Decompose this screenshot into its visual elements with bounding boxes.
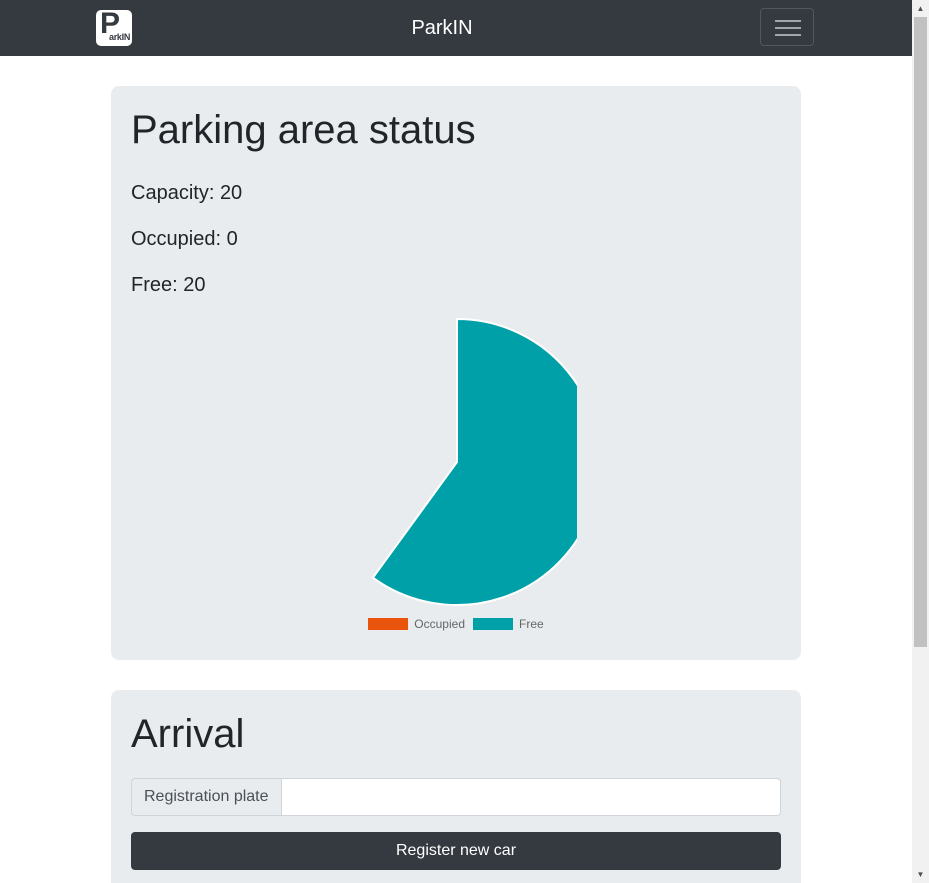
legend-label: Occupied [414, 617, 465, 632]
scroll-thumb[interactable] [914, 17, 927, 647]
menu-toggle-button[interactable] [760, 8, 814, 46]
status-title: Parking area status [131, 108, 476, 152]
legend-item-occupied[interactable]: Occupied [368, 616, 465, 631]
capacity-value: 20 [219, 182, 243, 204]
parking-status-card: Parking area status Capacity: 20 Occupie… [111, 86, 801, 660]
capacity-stat: Capacity: 20 [131, 182, 242, 205]
free-value: 20 [183, 274, 206, 296]
capacity-label: Capacity: [131, 182, 215, 204]
chart-legend: Occupied Free [111, 616, 801, 631]
free-stat: Free: 20 [131, 274, 206, 297]
scroll-up-arrow-icon[interactable]: ▲ [912, 0, 929, 17]
registration-plate-group: Registration plate [131, 778, 781, 816]
occupied-stat: Occupied: 0 [131, 228, 238, 251]
arrival-title: Arrival [131, 712, 245, 756]
page: P arkIN ParkIN Parking area status Capac… [0, 0, 929, 883]
occupied-label: Occupied: [131, 228, 222, 250]
legend-label: Free [519, 617, 544, 632]
legend-item-free[interactable]: Free [473, 616, 544, 631]
pie-slice-free[interactable] [371, 317, 577, 606]
navbar: P arkIN ParkIN [0, 0, 912, 56]
legend-swatch [368, 618, 409, 631]
navbar-brand[interactable]: ParkIN [0, 0, 884, 56]
parking-pie-chart [371, 317, 577, 606]
legend-swatch [473, 618, 513, 631]
occupied-value: 0 [226, 228, 238, 250]
scroll-down-arrow-icon[interactable]: ▼ [912, 866, 929, 883]
arrival-card: Arrival Registration plate Register new … [111, 690, 801, 883]
free-label: Free: [131, 274, 178, 296]
registration-plate-label: Registration plate [131, 778, 282, 816]
vertical-scrollbar[interactable]: ▲ ▼ [912, 0, 929, 883]
register-new-car-button[interactable]: Register new car [131, 832, 781, 870]
registration-plate-input[interactable] [281, 778, 781, 816]
